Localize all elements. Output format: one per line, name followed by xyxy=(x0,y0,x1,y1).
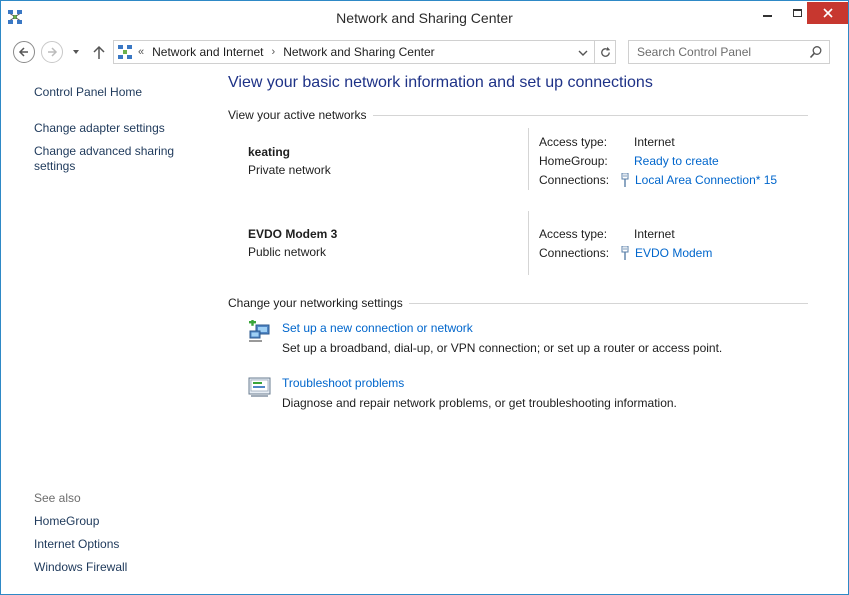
maximize-icon xyxy=(792,9,802,17)
network-category: Public network xyxy=(248,245,327,259)
window-title: Network and Sharing Center xyxy=(336,10,513,26)
search-box[interactable] xyxy=(628,40,830,64)
active-networks-label: View your active networks xyxy=(228,108,367,122)
breadcrumb-separator[interactable]: › xyxy=(264,46,284,58)
internet-options-link[interactable]: Internet Options xyxy=(34,537,119,552)
setup-new-connection-description: Set up a broadband, dial-up, or VPN conn… xyxy=(282,341,723,355)
see-also-label: See also xyxy=(34,491,81,505)
navigation-bar: « Network and Internet › Network and Sha… xyxy=(1,37,848,67)
arrow-left-icon xyxy=(18,47,28,57)
section-divider xyxy=(408,302,808,304)
search-icon[interactable] xyxy=(809,45,823,59)
network-category: Private network xyxy=(248,163,331,177)
homegroup-ready-to-create-link[interactable]: Ready to create xyxy=(634,154,719,168)
ethernet-cable-icon xyxy=(621,246,629,260)
main-content: View your basic network information and … xyxy=(228,67,818,587)
network-evdo-modem: EVDO Modem 3 Public network xyxy=(248,227,528,259)
recent-locations-chevron-icon[interactable] xyxy=(69,45,83,59)
breadcrumb: « Network and Internet › Network and Sha… xyxy=(138,45,435,59)
window: Network and Sharing Center « Network and… xyxy=(0,0,849,595)
refresh-button[interactable] xyxy=(594,41,616,63)
network-divider xyxy=(528,128,529,190)
breadcrumb-network-and-internet[interactable]: Network and Internet xyxy=(152,45,263,59)
back-button[interactable] xyxy=(13,41,35,63)
troubleshoot-problems-link[interactable]: Troubleshoot problems xyxy=(282,376,404,390)
network-name: keating xyxy=(248,145,291,159)
access-type-label: Access type: xyxy=(539,227,608,241)
homegroup-link[interactable]: HomeGroup xyxy=(34,514,99,529)
breadcrumb-overflow[interactable]: « xyxy=(138,46,152,58)
address-dropdown-chevron-icon[interactable] xyxy=(576,46,590,60)
ethernet-cable-icon xyxy=(621,173,629,187)
windows-firewall-link[interactable]: Windows Firewall xyxy=(34,560,127,575)
network-center-icon xyxy=(118,45,132,59)
minimize-icon xyxy=(762,15,772,17)
network-keating: keating Private network xyxy=(248,145,528,177)
close-button[interactable] xyxy=(807,2,848,24)
minimize-button[interactable] xyxy=(753,1,781,25)
homegroup-label: HomeGroup: xyxy=(539,154,608,168)
change-adapter-settings-link[interactable]: Change adapter settings xyxy=(34,121,165,136)
setup-connection-task: Set up a new connection or network Set u… xyxy=(248,320,808,360)
network-name: EVDO Modem 3 xyxy=(248,227,338,241)
arrow-right-icon xyxy=(48,47,58,57)
connections-label: Connections: xyxy=(539,173,610,187)
setup-new-connection-link[interactable]: Set up a new connection or network xyxy=(282,321,473,335)
access-type-value: Internet xyxy=(634,227,675,241)
network-divider xyxy=(528,211,529,275)
troubleshoot-problems-description: Diagnose and repair network problems, or… xyxy=(282,396,677,410)
evdo-modem-connection-label[interactable]: EVDO Modem xyxy=(635,246,712,260)
breadcrumb-network-and-sharing-center[interactable]: Network and Sharing Center xyxy=(283,45,434,59)
connections-label: Connections: xyxy=(539,246,610,260)
control-panel-home-link[interactable]: Control Panel Home xyxy=(34,85,142,100)
change-settings-label: Change your networking settings xyxy=(228,296,403,310)
local-area-connection-link[interactable]: Local Area Connection* 15 xyxy=(621,173,777,187)
new-connection-icon xyxy=(249,320,270,342)
left-pane: Control Panel Home Change adapter settin… xyxy=(1,67,211,594)
up-arrow-icon[interactable] xyxy=(91,43,107,61)
address-bar[interactable]: « Network and Internet › Network and Sha… xyxy=(113,40,616,64)
forward-button[interactable] xyxy=(41,41,63,63)
active-networks-section-header: View your active networks xyxy=(228,108,808,122)
troubleshoot-task: Troubleshoot problems Diagnose and repai… xyxy=(248,375,808,415)
change-advanced-sharing-settings-link[interactable]: Change advanced sharing settings xyxy=(34,144,194,174)
page-title: View your basic network information and … xyxy=(228,74,653,91)
network-keating-properties: Access type: Internet HomeGroup: Ready t… xyxy=(539,135,819,192)
section-divider xyxy=(372,114,808,116)
network-evdo-modem-properties: Access type: Internet Connections: EVDO … xyxy=(539,227,819,265)
access-type-label: Access type: xyxy=(539,135,608,149)
local-area-connection-label[interactable]: Local Area Connection* 15 xyxy=(635,173,777,187)
troubleshoot-icon xyxy=(248,377,271,397)
refresh-icon xyxy=(601,46,611,57)
close-icon xyxy=(822,8,833,18)
access-type-value: Internet xyxy=(634,135,675,149)
change-settings-section-header: Change your networking settings xyxy=(228,296,808,310)
title-bar[interactable]: Network and Sharing Center xyxy=(1,1,848,35)
search-input[interactable] xyxy=(629,41,799,63)
evdo-modem-connection-link[interactable]: EVDO Modem xyxy=(621,246,712,260)
